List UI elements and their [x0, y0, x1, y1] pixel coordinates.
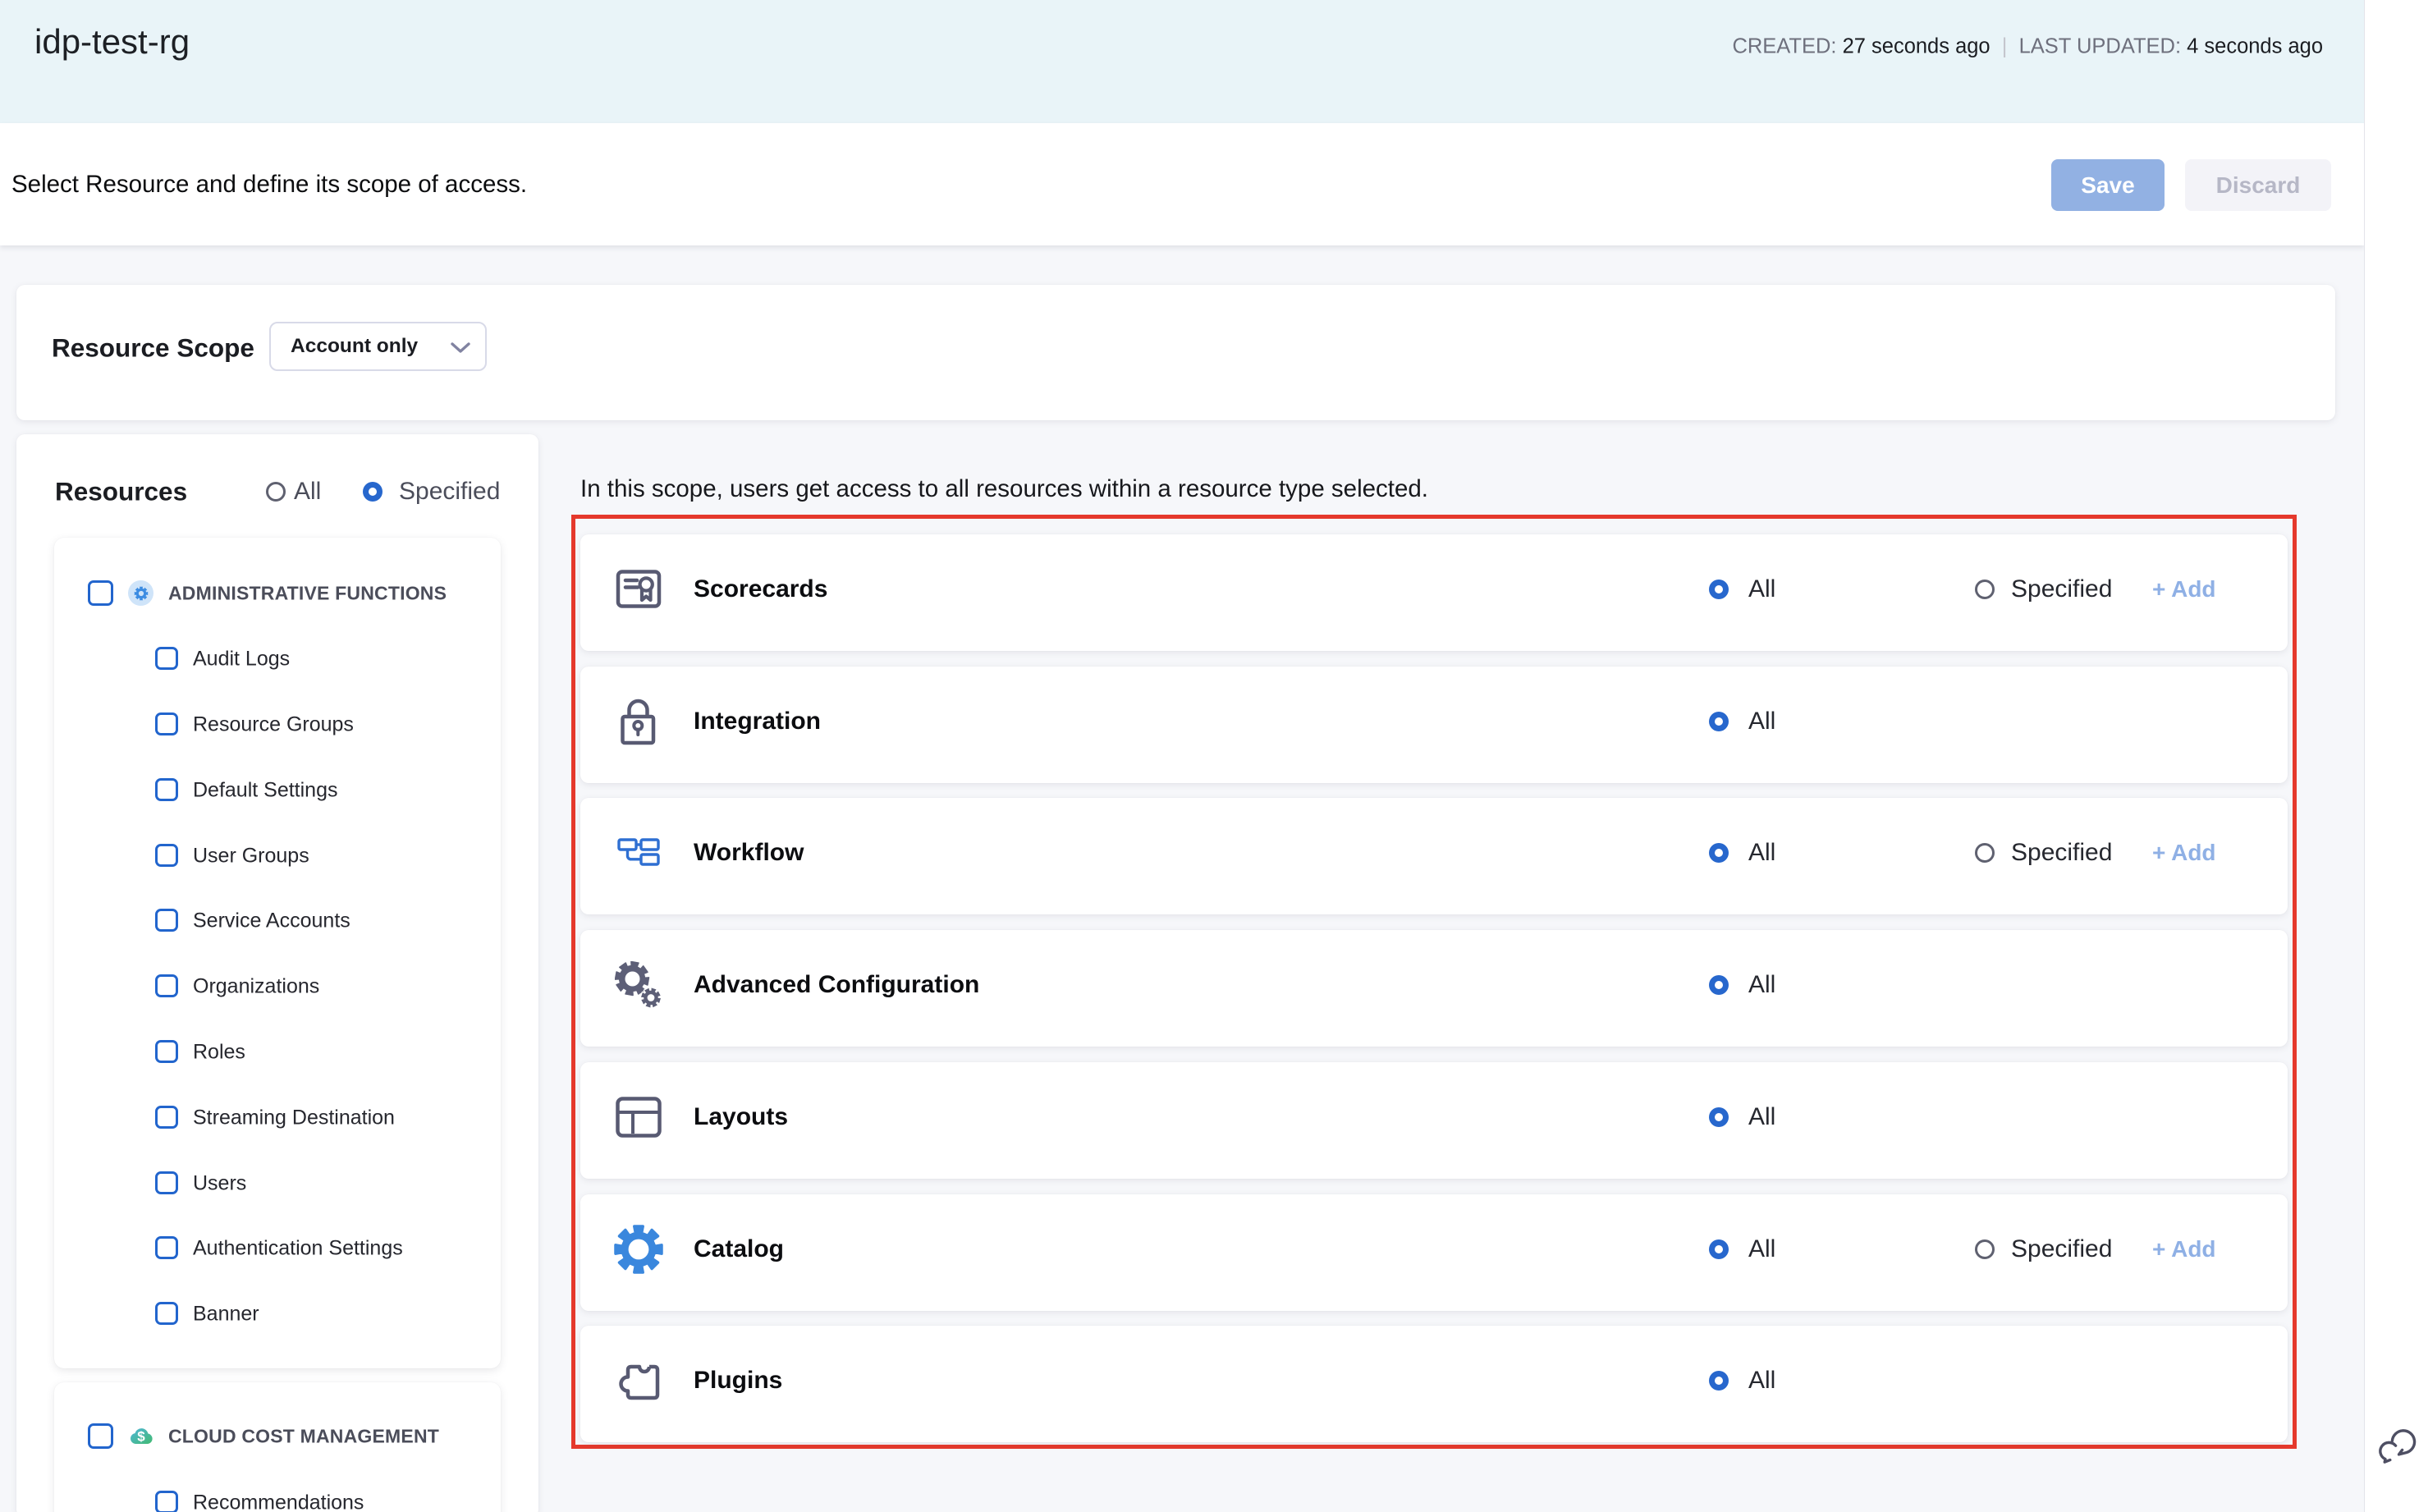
svg-text:$: $	[137, 1429, 145, 1445]
